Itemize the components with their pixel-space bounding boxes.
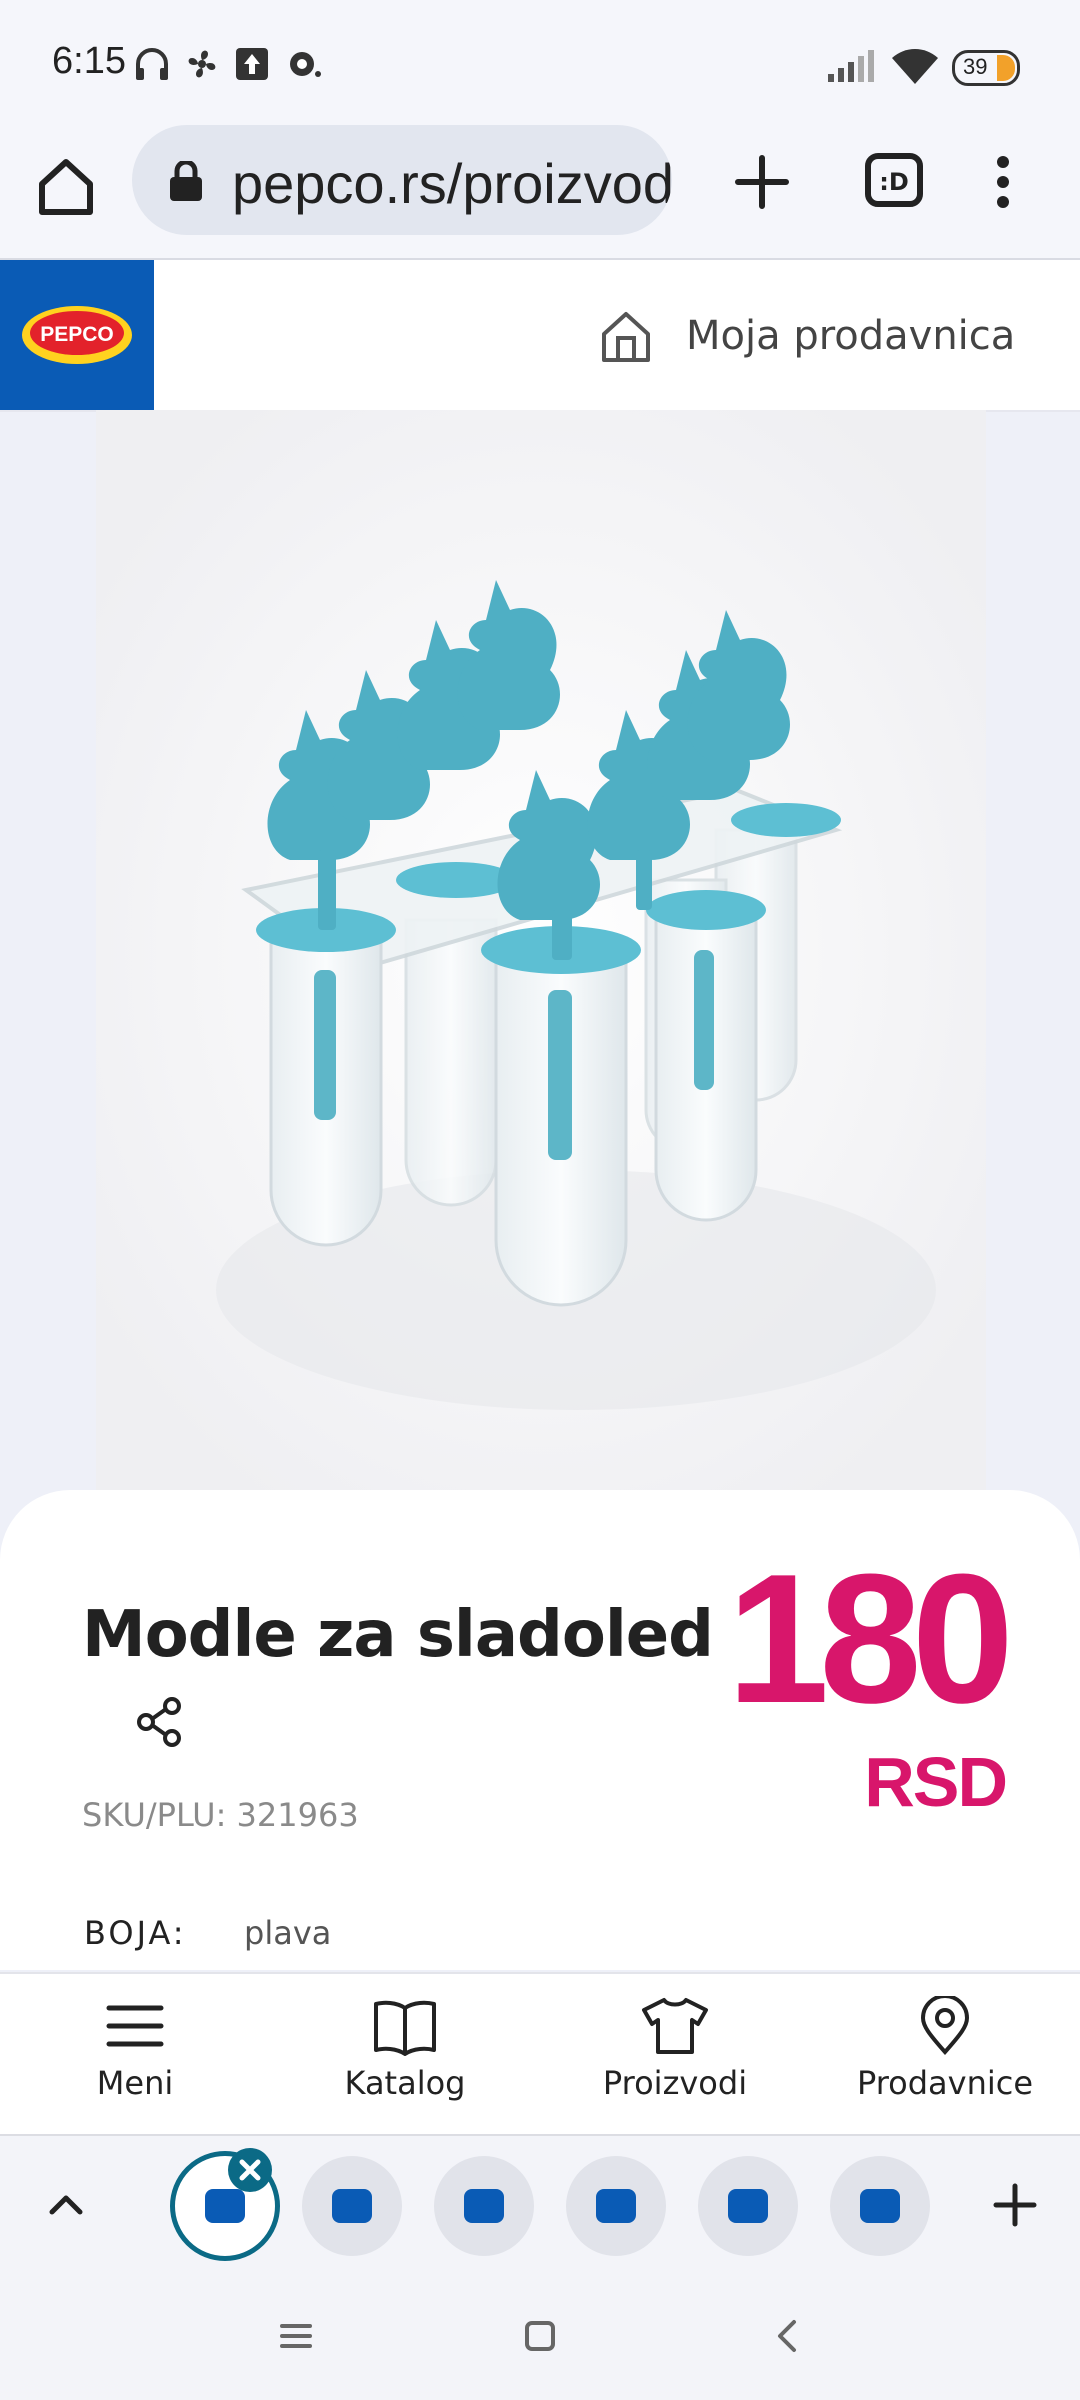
signal-icon (828, 50, 874, 82)
browser-tab-strip (0, 2134, 1080, 2274)
price-currency: RSD (864, 1743, 1008, 1821)
tab-thumbnail[interactable] (302, 2156, 402, 2256)
pepco-tab-icon (332, 2189, 372, 2223)
nav-item-products[interactable]: Proizvodi (575, 1996, 775, 2102)
svg-text::D: :D (879, 168, 909, 196)
headphones-icon (136, 48, 168, 80)
new-tab-plus-icon[interactable] (990, 2180, 1040, 2230)
pepco-logo[interactable]: PEPCO (0, 260, 154, 410)
pepco-logo-mark: PEPCO (22, 306, 132, 364)
book-icon (374, 2000, 436, 2056)
nav-item-catalog[interactable]: Katalog (305, 1996, 505, 2102)
tab-thumbnail[interactable] (566, 2156, 666, 2256)
upload-icon (236, 48, 268, 80)
chevron-up-icon[interactable] (44, 2182, 88, 2226)
cast-icon (290, 52, 321, 77)
pepco-tab-icon (596, 2189, 636, 2223)
nav-item-menu[interactable]: Meni (35, 1996, 235, 2102)
store-icon (602, 312, 650, 362)
menu-icon (106, 2005, 164, 2047)
pepco-tab-icon (205, 2189, 245, 2223)
product-title: Modle za sladoled (82, 1598, 714, 1672)
address-bar[interactable]: pepco.rs/proizvodi (132, 125, 672, 235)
browser-toolbar: pepco.rs/proizvodi :D (0, 120, 1080, 260)
nav-item-stores[interactable]: Prodavnice (845, 1996, 1045, 2102)
pepco-tab-icon (860, 2189, 900, 2223)
close-icon (239, 2159, 261, 2181)
home-nav-icon[interactable] (520, 2316, 560, 2356)
nav-label-catalog: Katalog (344, 2064, 466, 2102)
tshirt-icon (642, 1998, 708, 2054)
color-value: plava (244, 1914, 332, 1952)
my-store-link[interactable]: Moja prodavnica (596, 304, 1015, 368)
home-icon[interactable] (30, 150, 102, 222)
lock-icon (170, 161, 202, 201)
nav-label-menu: Meni (96, 2064, 174, 2102)
recent-apps-icon[interactable] (276, 2316, 316, 2356)
site-bottom-nav: Meni Katalog Proizvodi Prodavnice (0, 1972, 1080, 2134)
site-header: PEPCO Moja prodavnica (0, 260, 1080, 412)
product-sku: SKU/PLU: 321963 (82, 1796, 359, 1834)
share-icon[interactable] (134, 1696, 186, 1748)
logo-text: PEPCO (40, 323, 114, 346)
tab-switcher-icon[interactable]: :D (862, 148, 926, 212)
wifi-icon (892, 49, 938, 84)
status-time: 6:15 (52, 40, 126, 82)
product-details-panel: Modle za sladoled 180 RSD SKU/PLU: 32196… (0, 1490, 1080, 1970)
back-icon[interactable] (768, 2316, 808, 2356)
store-label: Moja prodavnica (686, 313, 1016, 359)
fan-icon (188, 50, 216, 78)
location-pin-icon (920, 1996, 970, 2056)
color-label: BOJA: (84, 1914, 187, 1952)
nav-label-stores: Prodavnice (856, 2064, 1034, 2102)
tab-thumbnail[interactable] (698, 2156, 798, 2256)
url-text: pepco.rs/proizvodi (232, 152, 672, 215)
product-price: 180 (727, 1535, 1014, 1741)
nav-label-products: Proizvodi (602, 2064, 748, 2102)
battery-icon: 39 (952, 50, 1020, 86)
battery-level: 39 (963, 54, 988, 79)
plus-icon[interactable] (730, 150, 794, 214)
pepco-tab-icon (464, 2189, 504, 2223)
tab-thumbnail[interactable] (434, 2156, 534, 2256)
tab-thumbnail[interactable] (830, 2156, 930, 2256)
more-vert-icon[interactable] (976, 150, 1030, 214)
status-bar: 6:15 39 (0, 0, 1080, 120)
pepco-tab-icon (728, 2189, 768, 2223)
popsicle-molds-image (96, 410, 986, 1490)
close-tab-button[interactable] (228, 2148, 272, 2192)
product-image[interactable] (96, 410, 986, 1490)
system-navigation-bar (0, 2272, 1080, 2400)
